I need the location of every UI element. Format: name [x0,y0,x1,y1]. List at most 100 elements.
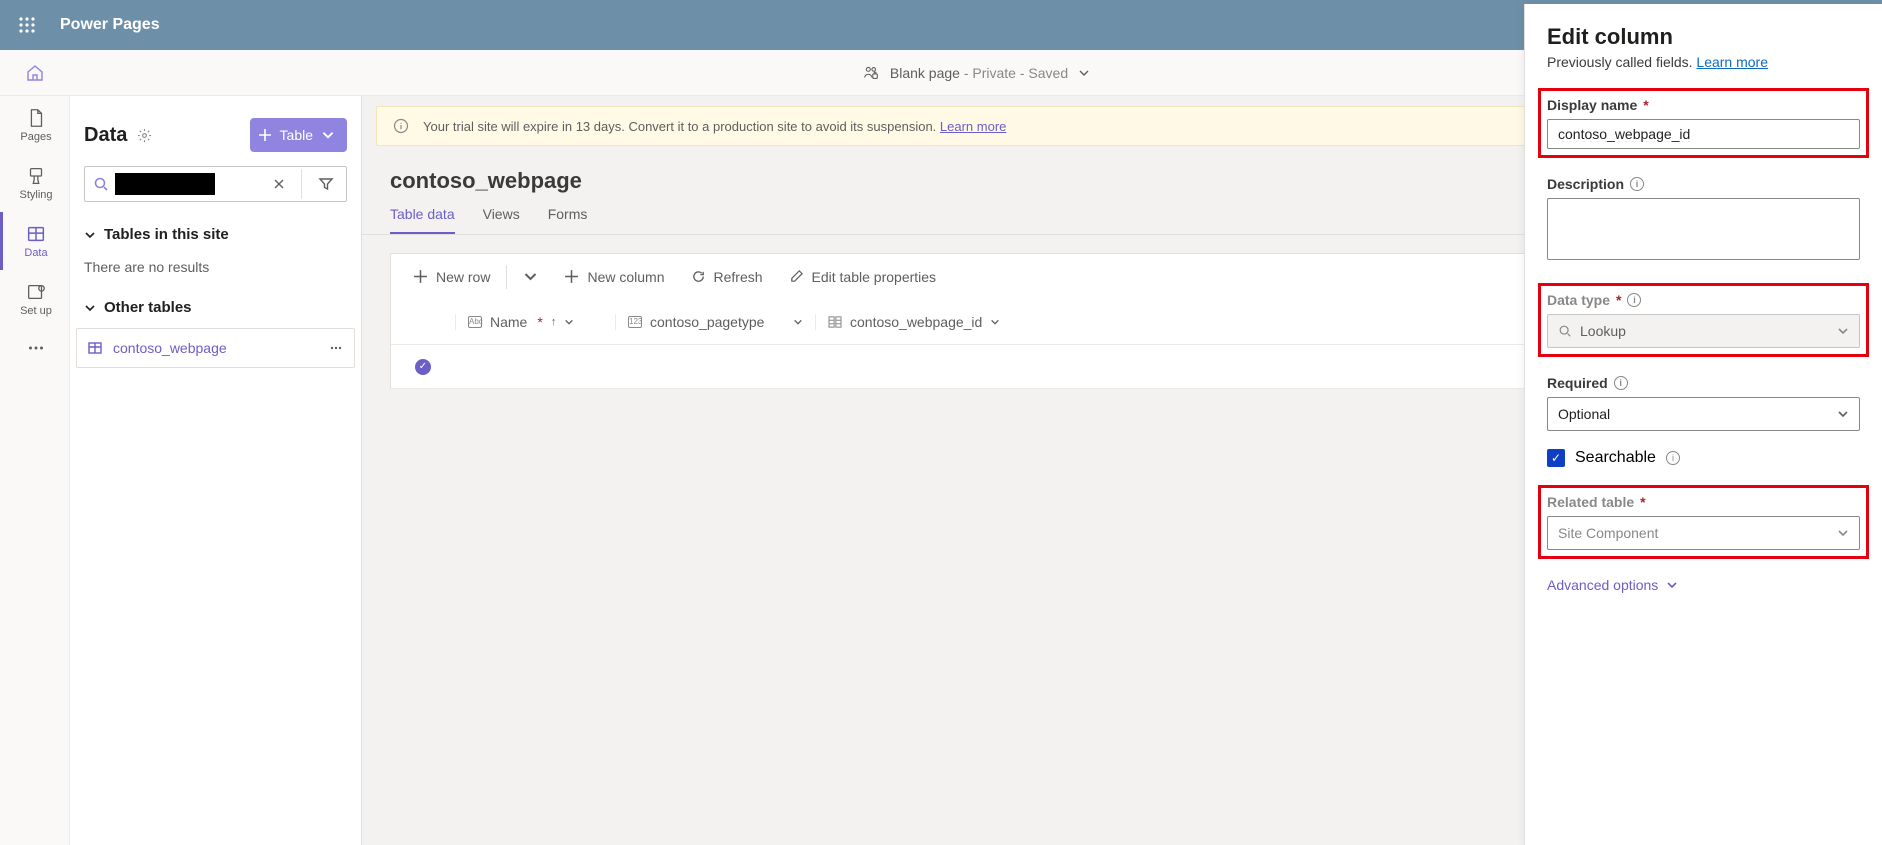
info-icon[interactable]: i [1627,293,1641,307]
advanced-options-label: Advanced options [1547,577,1658,593]
related-table-label: Related table [1547,494,1634,510]
data-type-select: Lookup [1547,314,1860,348]
rail-item-styling[interactable]: Styling [0,154,69,212]
data-type-label: Data type [1547,292,1610,308]
panel-title: Edit column [1547,24,1860,50]
page-name[interactable]: Blank page [890,65,960,81]
search-icon [93,176,109,192]
new-table-button[interactable]: Table [250,118,347,152]
waffle-icon[interactable] [12,10,42,40]
required-asterisk: * [1640,494,1645,510]
new-row-button[interactable]: New row [405,265,498,289]
banner-learn-more-link[interactable]: Learn more [940,119,1006,134]
related-table-select: Site Component [1547,516,1860,550]
new-row-dropdown[interactable] [515,265,546,288]
rail-item-more[interactable] [0,328,69,368]
table-item-more-icon[interactable] [328,340,344,356]
col-header-pagetype-label: contoso_pagetype [650,314,764,330]
section-other-tables[interactable]: Other tables [70,287,361,328]
table-item-label: contoso_webpage [113,340,227,356]
panel-subtitle: Previously called fields. [1547,54,1696,70]
sort-asc-icon: ↑ [551,316,557,328]
gear-icon[interactable] [137,128,152,143]
required-asterisk: * [1616,292,1621,308]
section-tables-in-site-label: Tables in this site [104,226,229,243]
info-icon[interactable]: i [1614,376,1628,390]
info-icon[interactable]: i [1666,451,1680,465]
field-related-table: Related table * Site Component [1538,485,1869,559]
divider [301,169,302,199]
refresh-label: Refresh [714,269,763,285]
search-input[interactable] [115,173,215,195]
col-header-name[interactable]: Abc Name * ↑ [455,314,615,330]
text-column-icon: Abc [468,316,482,328]
chevron-down-icon[interactable] [564,317,574,327]
col-header-webpageid-label: contoso_webpage_id [850,314,982,330]
rail-label-pages: Pages [20,131,51,143]
search-icon [1558,324,1572,338]
divider [506,265,507,289]
new-row-label: New row [436,269,490,285]
tab-forms[interactable]: Forms [548,206,588,234]
searchable-checkbox[interactable]: ✓ [1547,449,1565,467]
edit-table-properties-button[interactable]: Edit table properties [781,265,945,289]
left-rail: Pages Styling Data Set up [0,96,70,845]
panel-learn-more-link[interactable]: Learn more [1696,54,1768,70]
col-header-name-label: Name [490,314,527,330]
col-header-pagetype[interactable]: 123 contoso_pagetype [615,314,815,330]
lookup-column-icon [828,316,842,328]
home-icon[interactable] [25,63,45,83]
chevron-down-icon [1837,408,1849,420]
table-item-contoso-webpage[interactable]: contoso_webpage [76,328,355,368]
tab-views[interactable]: Views [483,206,520,234]
field-display-name: Display name * [1538,88,1869,158]
filter-icon[interactable] [314,176,338,192]
section-tables-in-site[interactable]: Tables in this site [70,214,361,255]
banner-text: Your trial site will expire in 13 days. … [423,119,940,134]
field-description: Description i [1547,176,1860,265]
searchable-label: Searchable [1575,449,1656,467]
chevron-down-icon[interactable] [793,317,803,327]
field-required: Required i Optional [1547,375,1860,431]
description-input[interactable] [1547,198,1860,260]
new-table-label: Table [280,127,313,143]
new-column-label: New column [587,269,664,285]
rail-label-setup: Set up [20,305,52,317]
col-header-webpageid[interactable]: contoso_webpage_id [815,314,1015,330]
new-column-button[interactable]: New column [556,265,672,289]
rail-item-setup[interactable]: Set up [0,270,69,328]
required-select[interactable]: Optional [1547,397,1860,431]
chevron-down-icon[interactable] [990,317,1000,327]
advanced-options-toggle[interactable]: Advanced options [1547,577,1860,593]
product-name[interactable]: Power Pages [60,16,160,34]
chevron-down-icon [1837,527,1849,539]
info-icon[interactable]: i [1630,177,1644,191]
row-selected-check-icon[interactable]: ✓ [415,359,431,375]
required-asterisk: * [537,314,542,330]
table-icon [87,340,103,356]
required-label: Required [1547,375,1608,391]
rail-label-data: Data [24,247,47,259]
rail-item-data[interactable]: Data [0,212,69,270]
display-name-input[interactable] [1547,119,1860,149]
tables-pane: Data Table [70,96,362,845]
required-value: Optional [1558,406,1610,422]
page-status: - Private - Saved [960,65,1068,81]
clear-search-icon[interactable] [269,178,289,190]
edit-props-label: Edit table properties [812,269,937,285]
people-lock-icon [862,64,880,82]
section-other-tables-label: Other tables [104,299,192,316]
data-type-value: Lookup [1580,323,1626,339]
rail-label-styling: Styling [19,189,52,201]
required-asterisk: * [1643,97,1648,113]
number-column-icon: 123 [628,316,642,328]
no-results-text: There are no results [70,255,361,287]
rail-item-pages[interactable]: Pages [0,96,69,154]
field-searchable: ✓ Searchable i [1547,449,1860,467]
info-icon [393,118,409,134]
refresh-button[interactable]: Refresh [683,265,771,289]
chevron-down-icon[interactable] [1078,67,1090,79]
field-data-type: Data type * i Lookup [1538,283,1869,357]
chevron-down-icon [1837,325,1849,337]
tab-table-data[interactable]: Table data [390,206,455,234]
